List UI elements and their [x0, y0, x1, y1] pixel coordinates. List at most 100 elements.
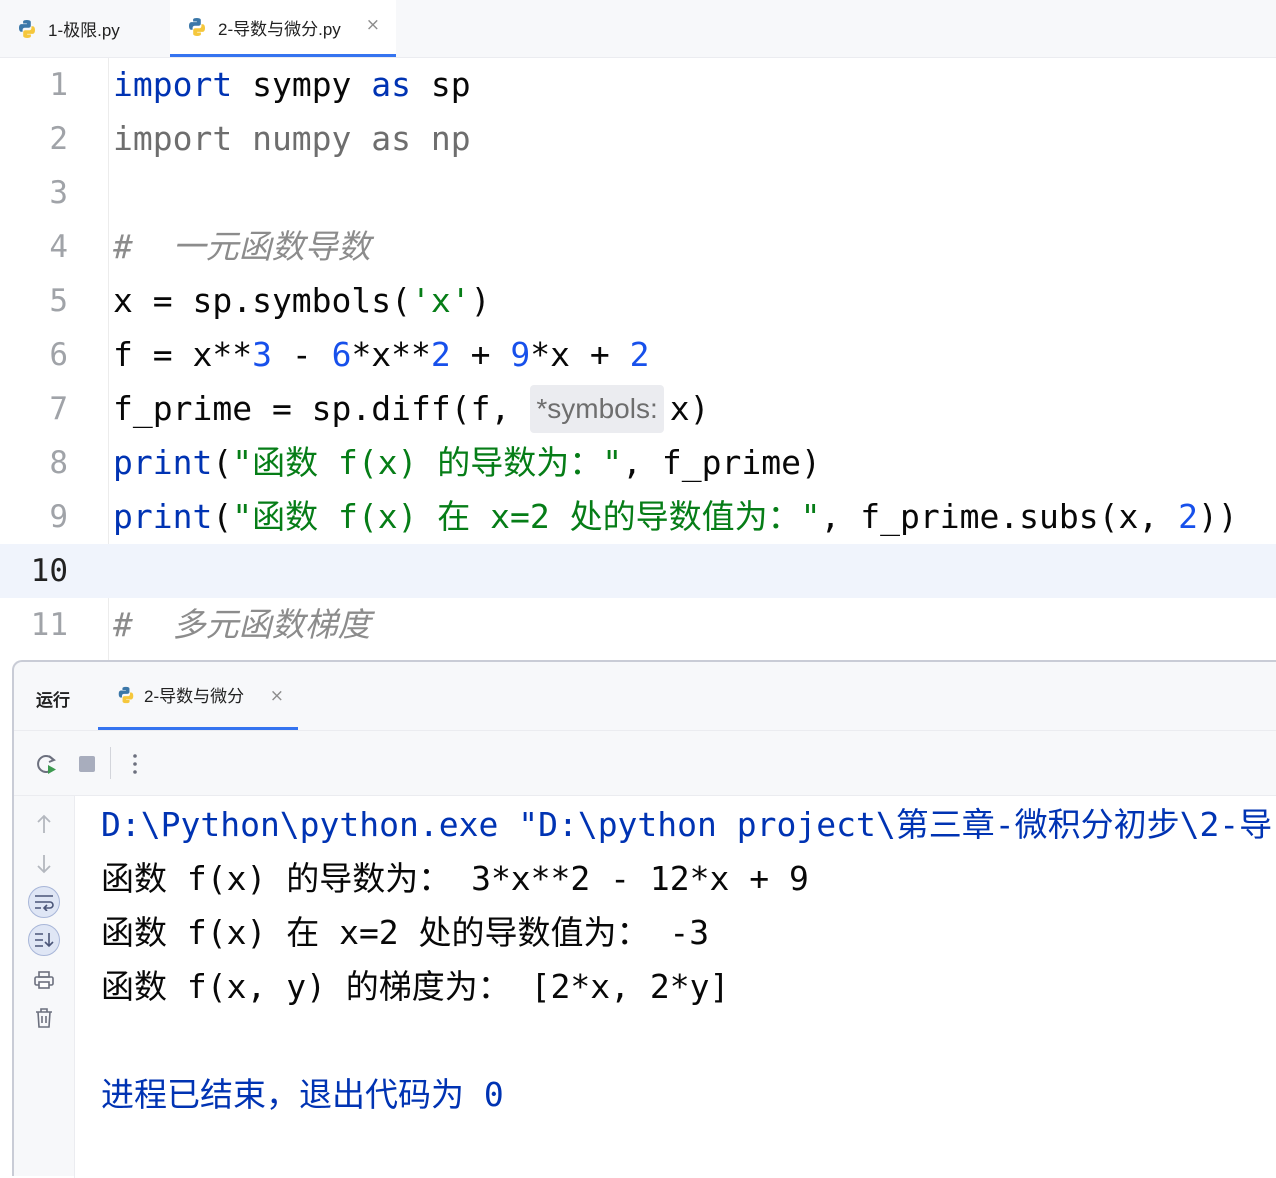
soft-wrap-toggle[interactable]: [28, 886, 60, 918]
comment-text: # 多元函数梯度: [113, 605, 371, 644]
run-panel-header: 运行 2-导数与微分 ×: [14, 662, 1276, 731]
number-literal: 9: [510, 335, 531, 374]
arrow-down-icon: [37, 855, 51, 874]
run-toolbar: [14, 731, 1276, 796]
editor-tab-bar: 1-极限.py 2-导数与微分.py ×: [0, 0, 1276, 58]
code-text: f_prime = sp.diff(f,: [113, 389, 511, 428]
code-text: +: [450, 335, 511, 374]
tab-label: 1-极限.py: [48, 21, 120, 40]
line-number: 9: [49, 499, 68, 535]
unused-import-text: import numpy as np: [113, 119, 471, 158]
console-command-line: D:\Python\python.exe "D:\python project\…: [101, 805, 1273, 844]
number-literal: 6: [331, 335, 352, 374]
line-number: 7: [49, 391, 68, 427]
clear-console-button[interactable]: [28, 1002, 60, 1034]
rerun-button[interactable]: [34, 751, 60, 777]
keyword: print: [113, 443, 213, 482]
console-output-line: 函数 f(x, y) 的梯度为： [2*x, 2*y]: [101, 967, 730, 1006]
console-output[interactable]: D:\Python\python.exe "D:\python project\…: [75, 796, 1276, 1176]
close-tab-icon[interactable]: ×: [270, 686, 284, 706]
code-text: f = x**3 - 6*x**2 + 9*x + 2: [113, 328, 650, 382]
code-text: sp: [411, 65, 471, 104]
tab-2-derivative[interactable]: 2-导数与微分.py ×: [170, 0, 396, 57]
code-text: print("函数 f(x) 的导数为：", f_prime): [113, 436, 821, 490]
console-output-line: 函数 f(x) 在 x=2 处的导数值为： -3: [101, 913, 710, 952]
python-file-icon: [189, 18, 205, 36]
code-text: x = sp.symbols(: [113, 281, 412, 320]
console-output-line: 函数 f(x) 的导数为： 3*x**2 - 12*x + 9: [101, 859, 809, 898]
code-text: f = x**: [113, 335, 253, 374]
code-line[interactable]: 11 # 多元函数梯度: [0, 598, 1276, 652]
stop-button[interactable]: [74, 751, 100, 777]
toolbar-divider: [110, 747, 111, 779]
current-code-line[interactable]: 10: [0, 544, 1276, 598]
line-number: 8: [49, 445, 68, 481]
code-text: sympy: [232, 65, 372, 104]
code-text: ): [470, 281, 491, 320]
line-number: 2: [49, 121, 68, 157]
line-number: 6: [49, 337, 68, 373]
number-literal: 2: [1178, 497, 1198, 536]
number-literal: 2: [629, 335, 650, 374]
code-text: print("函数 f(x) 在 x=2 处的导数值为：", f_prime.s…: [113, 490, 1238, 544]
run-panel-title: 运行: [36, 691, 70, 710]
code-line[interactable]: 7 f_prime = sp.diff(f, *symbols: x): [0, 382, 1276, 436]
line-number: 3: [49, 175, 68, 211]
scroll-to-end-icon: [35, 933, 54, 948]
number-literal: 2: [430, 335, 451, 374]
trash-icon: [36, 1008, 52, 1028]
string-literal: "函数 f(x) 的导数为：": [232, 443, 623, 482]
keyword: as: [371, 65, 412, 104]
run-config-tab[interactable]: 2-导数与微分 ×: [98, 662, 298, 730]
run-tab-label: 2-导数与微分: [144, 687, 245, 706]
code-text: x): [669, 389, 710, 428]
more-options-button[interactable]: [122, 751, 148, 777]
string-literal: 'x': [411, 281, 471, 320]
code-text: x = sp.symbols('x'): [113, 274, 491, 328]
scroll-to-end-toggle[interactable]: [28, 924, 60, 956]
run-tool-window: 运行 2-导数与微分 × D:\Python\python.exe "D:\py…: [12, 660, 1276, 1178]
tab-1-limit[interactable]: 1-极限.py: [0, 0, 170, 57]
code-text: f_prime = sp.diff(f, *symbols: x): [113, 382, 709, 436]
code-line[interactable]: 1 import sympy as sp: [0, 58, 1276, 112]
rerun-icon: [37, 755, 56, 774]
number-literal: 3: [252, 335, 272, 374]
scroll-up-button[interactable]: [28, 808, 60, 840]
code-text: -: [271, 335, 332, 374]
keyword: import: [113, 65, 233, 104]
code-line[interactable]: 3: [0, 166, 1276, 220]
code-line[interactable]: 9 print("函数 f(x) 在 x=2 处的导数值为：", f_prime…: [0, 490, 1276, 544]
line-number: 11: [30, 607, 68, 643]
code-text: (: [212, 443, 233, 482]
stop-icon: [79, 756, 95, 772]
code-text: , f_prime.subs(x,: [820, 497, 1179, 536]
line-number: 1: [49, 67, 68, 103]
code-text: )): [1198, 497, 1238, 536]
python-file-icon: [19, 19, 35, 38]
code-line[interactable]: 6 f = x**3 - 6*x**2 + 9*x + 2: [0, 328, 1276, 382]
print-button[interactable]: [28, 964, 60, 996]
code-line[interactable]: 8 print("函数 f(x) 的导数为：", f_prime): [0, 436, 1276, 490]
comment-text: # 一元函数导数: [113, 227, 371, 266]
arrow-up-icon: [37, 814, 51, 833]
python-file-icon: [118, 686, 134, 703]
console-exit-message: 进程已结束，退出代码为 0: [101, 1075, 504, 1114]
code-text: import sympy as sp: [113, 58, 471, 112]
scroll-down-button[interactable]: [28, 848, 60, 880]
code-line[interactable]: 4 # 一元函数导数: [0, 220, 1276, 274]
print-icon: [34, 971, 54, 989]
soft-wrap-icon: [35, 895, 54, 911]
code-line[interactable]: 5 x = sp.symbols('x'): [0, 274, 1276, 328]
code-text: , f_prime): [622, 443, 821, 482]
string-literal: "函数 f(x) 在 x=2 处的导数值为：": [232, 497, 821, 536]
console-sidebar: [14, 796, 75, 1178]
code-text: *x +: [530, 335, 630, 374]
keyword: print: [113, 497, 213, 536]
code-line[interactable]: 2 import numpy as np: [0, 112, 1276, 166]
close-tab-icon[interactable]: ×: [366, 15, 380, 35]
line-number: 5: [49, 283, 68, 319]
line-number: 4: [49, 229, 68, 265]
line-number: 10: [30, 553, 68, 589]
code-text: *x**: [351, 335, 431, 374]
code-editor[interactable]: 1 import sympy as sp 2 import numpy as n…: [0, 58, 1276, 660]
